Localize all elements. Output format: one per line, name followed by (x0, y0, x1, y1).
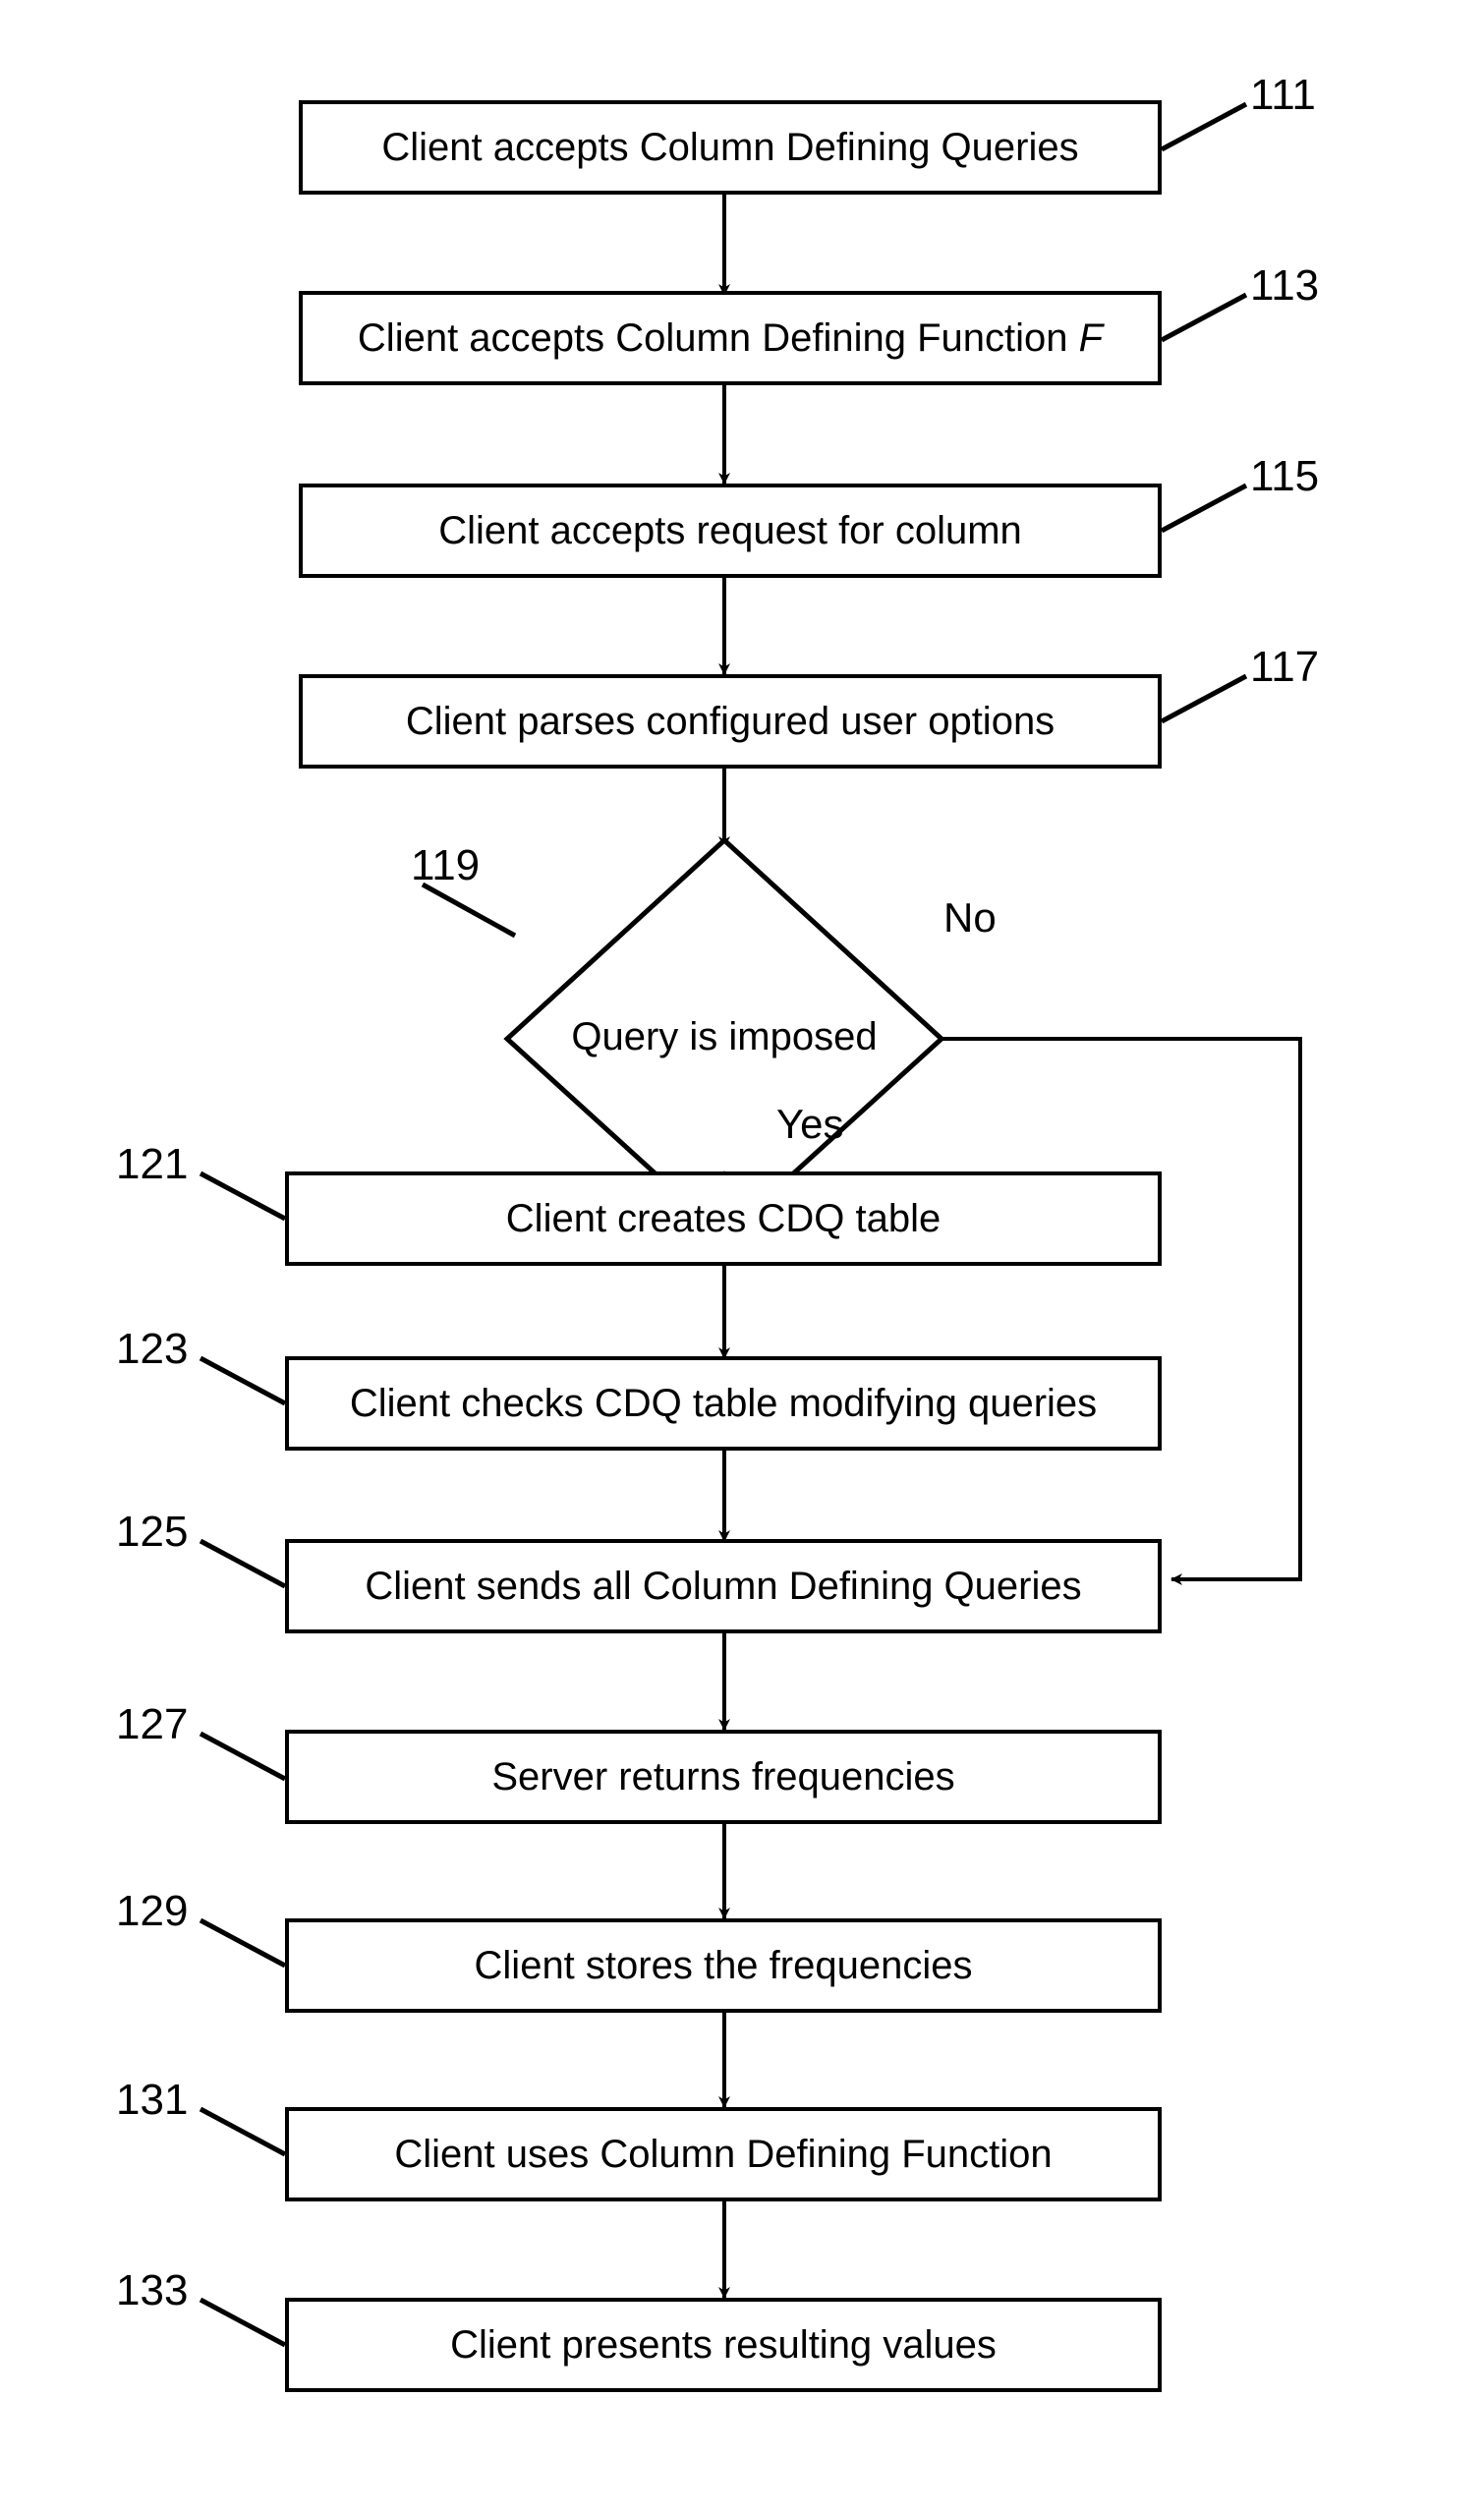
ref-number-133: 133 (116, 2266, 189, 2314)
leader-line-115 (1160, 483, 1248, 534)
leader-line-111 (1160, 101, 1248, 152)
ref-number-113: 113 (1250, 261, 1320, 310)
ref-number-121: 121 (116, 1140, 189, 1188)
node-label-133: Client presents resulting values (450, 2323, 997, 2367)
leader-line-125 (199, 1538, 287, 1589)
leader-line-121 (199, 1170, 287, 1222)
leader-line-129 (199, 1917, 287, 1969)
ref-number-127: 127 (116, 1700, 189, 1748)
node-label-131: Client uses Column Defining Function (394, 2133, 1053, 2176)
branch-label-no: No (943, 894, 997, 941)
node-box-111[interactable]: Client accepts Column Defining Queries (299, 100, 1162, 195)
leader-line-113 (1160, 292, 1248, 343)
node-label-111: Client accepts Column Defining Queries (381, 126, 1079, 169)
node-italic-113: F (1078, 316, 1104, 360)
node-label-113: Client accepts Column Defining Function … (358, 316, 1103, 360)
node-box-115[interactable]: Client accepts request for column (299, 484, 1162, 578)
node-label-123: Client checks CDQ table modifying querie… (349, 1382, 1098, 1425)
ref-number-125: 125 (116, 1508, 189, 1556)
branch-label-yes: Yes (776, 1101, 844, 1147)
ref-number-115: 115 (1250, 452, 1320, 500)
ref-number-117: 117 (1250, 643, 1320, 691)
node-text-113: Client accepts Column Defining Function (357, 316, 1079, 360)
leader-line-117 (1160, 673, 1248, 724)
node-box-133[interactable]: Client presents resulting values (285, 2298, 1162, 2392)
node-label-125: Client sends all Column Defining Queries (365, 1565, 1082, 1608)
node-label-127: Server returns frequencies (491, 1755, 955, 1798)
leader-line-131 (199, 2106, 287, 2157)
ref-number-129: 129 (116, 1887, 189, 1935)
node-box-125[interactable]: Client sends all Column Defining Queries (285, 1539, 1162, 1633)
node-box-117[interactable]: Client parses configured user options (299, 674, 1162, 769)
connector-119-125-no (942, 1037, 1302, 1585)
flowchart-page: Client accepts Column Defining Queries C… (0, 0, 1484, 2512)
node-box-129[interactable]: Client stores the frequencies (285, 1918, 1162, 2013)
node-box-121[interactable]: Client creates CDQ table (285, 1171, 1162, 1266)
node-box-131[interactable]: Client uses Column Defining Function (285, 2107, 1162, 2201)
node-box-113[interactable]: Client accepts Column Defining Function … (299, 291, 1162, 385)
ref-number-123: 123 (116, 1325, 189, 1373)
leader-line-127 (199, 1731, 287, 1782)
leader-line-119 (421, 882, 517, 939)
node-box-127[interactable]: Server returns frequencies (285, 1730, 1162, 1824)
ref-number-119: 119 (411, 841, 481, 889)
leader-line-133 (199, 2297, 287, 2348)
node-box-123[interactable]: Client checks CDQ table modifying querie… (285, 1356, 1162, 1451)
node-label-129: Client stores the frequencies (474, 1944, 973, 1987)
node-label-115: Client accepts request for column (438, 509, 1022, 552)
leader-line-123 (199, 1355, 287, 1406)
decision-label-119: Query is imposed (571, 1015, 878, 1058)
node-label-121: Client creates CDQ table (505, 1197, 942, 1240)
ref-number-131: 131 (116, 2076, 189, 2124)
node-label-117: Client parses configured user options (405, 700, 1056, 743)
ref-number-111: 111 (1250, 71, 1316, 119)
